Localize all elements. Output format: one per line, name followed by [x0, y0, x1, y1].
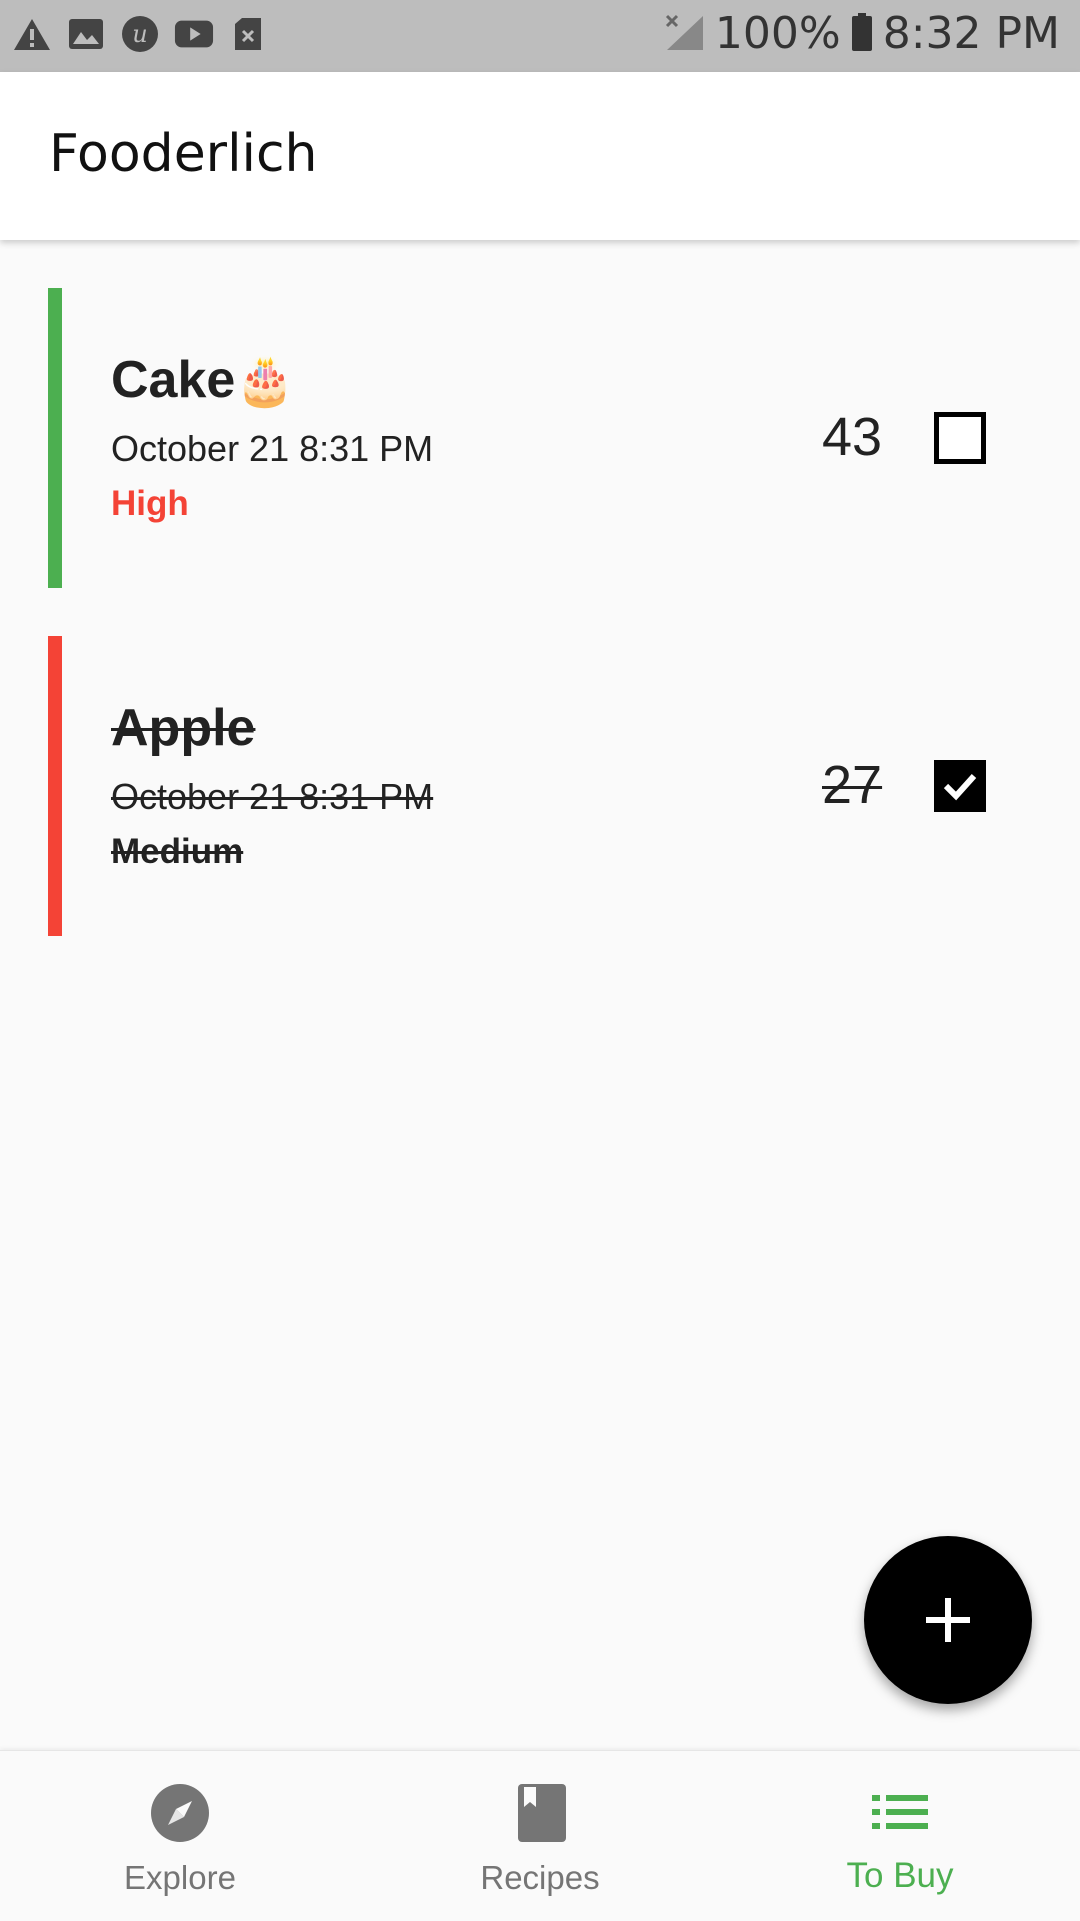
compass-icon	[150, 1783, 210, 1843]
list-icon	[870, 1783, 930, 1843]
app-bar: Fooderlich	[0, 72, 1080, 240]
upwork-icon: u	[120, 14, 160, 54]
book-icon	[510, 1783, 570, 1843]
grocery-item-cake[interactable]: Cake🎂 October 21 8:31 PM High 43	[0, 288, 1080, 588]
battery-icon	[851, 12, 873, 56]
item-priority: High	[111, 484, 189, 523]
youtube-icon	[174, 14, 214, 54]
item-date: October 21 8:31 PM	[111, 428, 434, 469]
battery-percent: 100%	[714, 8, 841, 59]
cake-emoji: 🎂	[235, 355, 296, 408]
item-quantity: 43	[822, 407, 883, 467]
status-icons-left: u	[12, 14, 268, 54]
page-title: Fooderlich	[49, 124, 318, 184]
item-checkbox[interactable]	[934, 760, 986, 812]
nav-label: To Buy	[846, 1856, 954, 1895]
item-quantity: 27	[822, 755, 883, 815]
item-priority: Medium	[111, 832, 244, 871]
item-name: Apple	[111, 699, 256, 757]
item-color-bar	[48, 288, 62, 588]
clock: 8:32 PM	[882, 8, 1060, 59]
item-color-bar	[48, 636, 62, 936]
grocery-item-apple[interactable]: Apple October 21 8:31 PM Medium 27	[0, 636, 1080, 936]
checkmark-icon	[943, 773, 977, 801]
warning-icon	[12, 14, 52, 54]
image-icon	[66, 14, 106, 54]
nav-item-recipes[interactable]: Recipes	[360, 1751, 720, 1921]
item-date: October 21 8:31 PM	[111, 776, 434, 817]
signal-icon	[663, 12, 705, 56]
nav-label: Explore	[124, 1859, 236, 1896]
item-checkbox[interactable]	[934, 412, 986, 464]
bottom-navigation: Explore Recipes To Buy	[0, 1750, 1080, 1921]
nav-item-to-buy[interactable]: To Buy	[720, 1751, 1080, 1921]
svg-text:u: u	[132, 20, 147, 48]
status-bar: u 100% 8:32 PM	[0, 0, 1080, 72]
nav-label: Recipes	[480, 1859, 600, 1896]
plus-icon	[926, 1598, 970, 1642]
status-icons-right: 100% 8:32 PM	[663, 8, 1060, 59]
item-name: Cake🎂	[111, 351, 296, 409]
sim-card-icon	[228, 14, 268, 54]
nav-item-explore[interactable]: Explore	[0, 1751, 360, 1921]
add-item-button[interactable]	[864, 1536, 1032, 1704]
